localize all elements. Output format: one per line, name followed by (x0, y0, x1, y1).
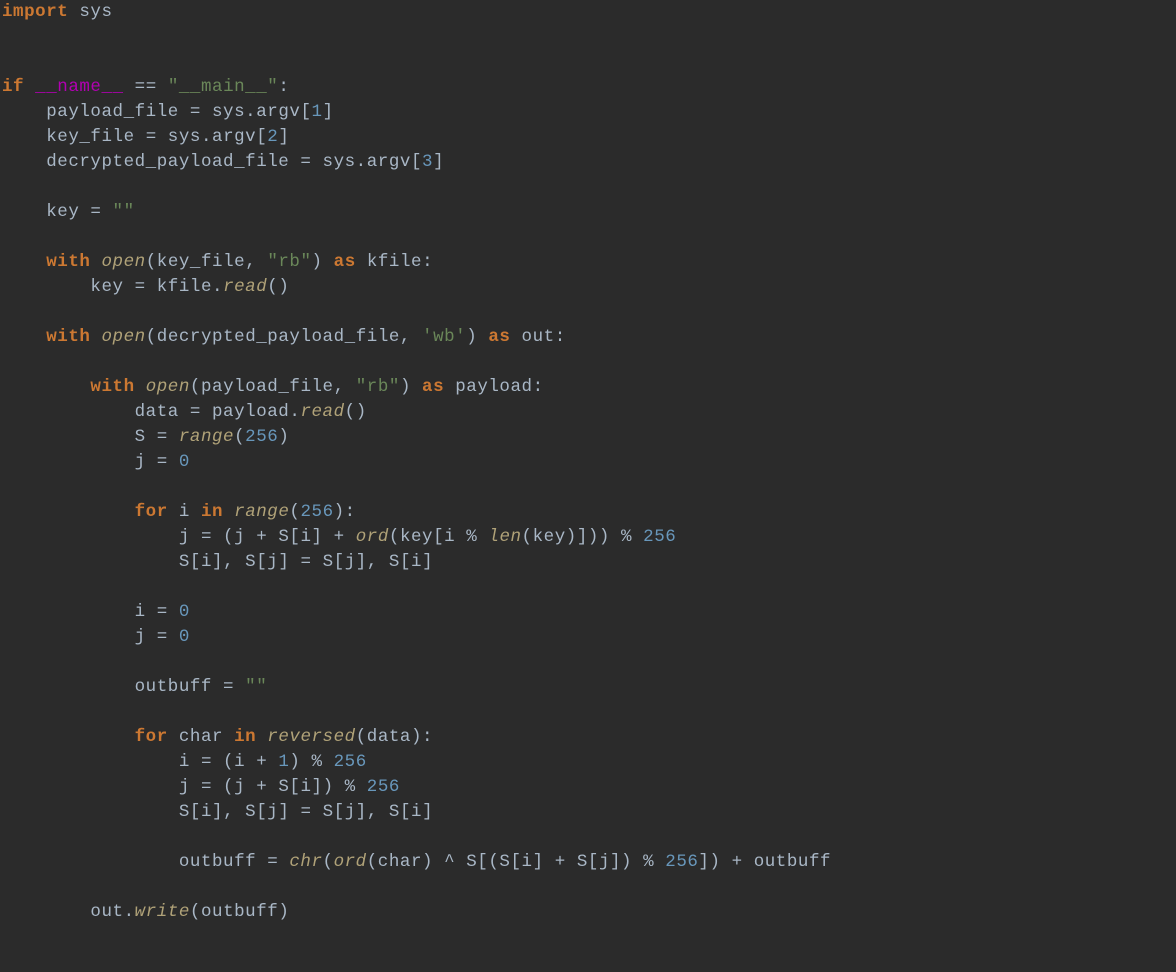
id-key-file: key_file (46, 127, 134, 147)
string-main: "__main__" (168, 77, 279, 97)
module-sys: sys (79, 2, 112, 22)
id-key: key (46, 202, 79, 222)
id-decrypted-payload-file: decrypted_payload_file (46, 152, 289, 172)
keyword-if: if (2, 77, 24, 97)
code-block: import sys if __name__ == "__main__": pa… (0, 0, 1176, 925)
dunder-name: __name__ (35, 77, 123, 97)
fn-open: open (102, 252, 146, 272)
keyword-import: import (2, 2, 68, 22)
id-payload-file: payload_file (46, 102, 179, 122)
